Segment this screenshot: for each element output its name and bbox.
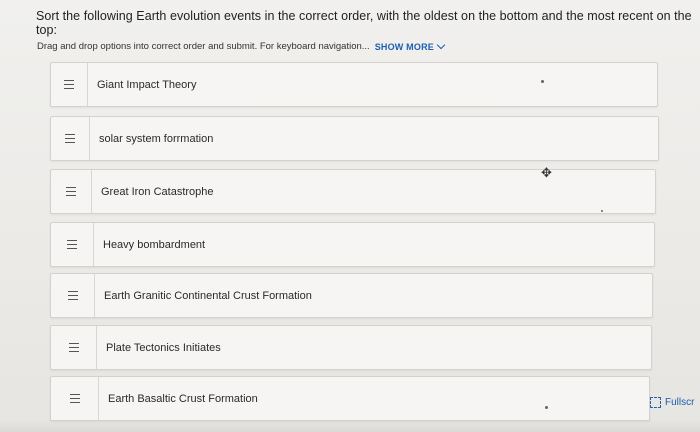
- drag-handle-icon[interactable]: [58, 326, 90, 369]
- drag-handle-icon[interactable]: [54, 117, 86, 160]
- item-label: Heavy bombardment: [103, 238, 206, 251]
- question-prompt: Sort the following Earth evolution event…: [36, 9, 692, 37]
- chevron-down-icon: [436, 40, 446, 50]
- fullscreen-button[interactable]: Fullscr: [650, 394, 694, 410]
- fullscreen-label: Fullscr: [665, 396, 695, 408]
- drag-handle-icon[interactable]: [56, 223, 88, 266]
- sortable-item[interactable]: Giant Impact Theory: [50, 62, 658, 107]
- drag-handle-icon[interactable]: [59, 377, 91, 420]
- dust-dot: [601, 210, 603, 212]
- item-label: Great Iron Catastrophe: [101, 185, 214, 198]
- item-label: Plate Tectonics Initiates: [106, 341, 221, 354]
- sortable-item[interactable]: solar system forrmation: [50, 116, 659, 161]
- item-label: Earth Basaltic Crust Formation: [108, 392, 258, 405]
- sortable-item[interactable]: Plate Tectonics Initiates: [50, 325, 652, 370]
- sortable-item[interactable]: Earth Basaltic Crust Formation: [50, 376, 650, 421]
- show-more-label: SHOW MORE: [374, 41, 434, 52]
- page: Sort the following Earth evolution event…: [0, 0, 700, 432]
- bottom-shadow: [0, 420, 700, 432]
- sortable-item[interactable]: Heavy bombardment: [50, 222, 655, 267]
- move-cursor-icon: ✥: [541, 166, 552, 181]
- drag-handle-icon[interactable]: [53, 63, 85, 106]
- sortable-item[interactable]: Earth Granitic Continental Crust Formati…: [50, 273, 653, 318]
- instructions: Drag and drop options into correct order…: [37, 40, 446, 52]
- fullscreen-icon: [650, 396, 661, 408]
- dust-dot: [541, 80, 544, 83]
- item-label: solar system forrmation: [99, 132, 214, 145]
- item-label: Earth Granitic Continental Crust Formati…: [104, 289, 312, 302]
- show-more-button[interactable]: SHOW MORE: [374, 40, 446, 52]
- dust-dot: [545, 406, 548, 409]
- sortable-item[interactable]: Great Iron Catastrophe: [50, 169, 656, 214]
- item-label: Giant Impact Theory: [97, 78, 197, 91]
- drag-handle-icon[interactable]: [55, 170, 87, 213]
- drag-handle-icon[interactable]: [57, 274, 89, 317]
- instructions-text: Drag and drop options into correct order…: [37, 41, 370, 52]
